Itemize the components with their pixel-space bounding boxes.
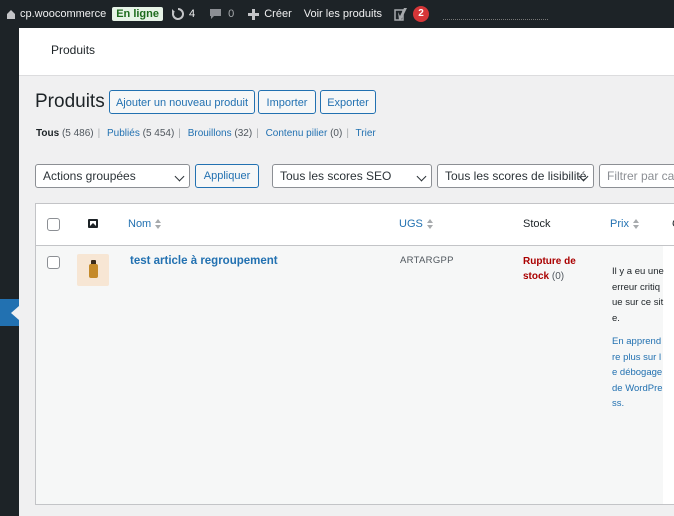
seo-score-value: Tous les scores SEO bbox=[280, 169, 392, 183]
table-header: Nom UGS Stock Prix C bbox=[36, 204, 674, 246]
stock-status: Rupture de stock bbox=[523, 256, 576, 282]
view-drafts-count: (32) bbox=[234, 128, 253, 139]
column-stock: Stock bbox=[523, 218, 551, 230]
create-label: Créer bbox=[264, 8, 292, 20]
readability-score-value: Tous les scores de lisibilité bbox=[445, 169, 587, 183]
column-sku-label: UGS bbox=[399, 218, 423, 230]
column-price-label: Prix bbox=[610, 218, 629, 230]
critical-error-message: Il y a eu une erreur critique sur ce sit… bbox=[612, 266, 664, 324]
image-column-icon bbox=[88, 219, 98, 228]
site-name: cp.woocommerce bbox=[20, 8, 107, 20]
yoast-icon bbox=[394, 7, 408, 21]
home-icon bbox=[7, 9, 15, 19]
page-title: Produits bbox=[35, 91, 105, 112]
column-price[interactable]: Prix bbox=[610, 218, 640, 230]
updates-menu[interactable]: 4 bbox=[171, 0, 195, 28]
view-published-count: (5 454) bbox=[142, 128, 175, 139]
product-stock: Rupture de stock (0) bbox=[523, 254, 585, 284]
select-all-checkbox[interactable] bbox=[47, 218, 60, 231]
category-filter-input[interactable] bbox=[599, 164, 674, 188]
debugging-help-link[interactable]: En apprendre plus sur le débogage de Wor… bbox=[612, 336, 663, 409]
view-products-label: Voir les produits bbox=[303, 8, 383, 20]
admin-bar: cp.woocommerce En ligne 4 0 Créer Voir l… bbox=[0, 0, 674, 28]
product-thumbnail[interactable] bbox=[77, 254, 109, 286]
export-button[interactable]: Exporter bbox=[320, 90, 376, 114]
view-cornerstone[interactable]: Contenu pilier bbox=[266, 128, 328, 139]
plus-icon bbox=[248, 8, 260, 20]
import-button[interactable]: Importer bbox=[258, 90, 316, 114]
product-sku: ARTARGPP bbox=[400, 255, 454, 266]
page-header-bar: Produits bbox=[19, 28, 674, 76]
chevron-down-icon bbox=[416, 171, 427, 182]
bulk-actions-select[interactable]: Actions groupées bbox=[35, 164, 190, 188]
sort-icon bbox=[155, 219, 162, 230]
sort-icon bbox=[426, 219, 434, 230]
column-name-label: Nom bbox=[128, 218, 152, 230]
apply-button[interactable]: Appliquer bbox=[195, 164, 259, 188]
create-menu[interactable]: Créer bbox=[248, 0, 292, 28]
status-badge: En ligne bbox=[112, 7, 163, 21]
admin-sidebar bbox=[0, 28, 19, 516]
active-menu-arrow bbox=[11, 306, 19, 320]
comment-icon bbox=[210, 9, 222, 19]
readability-score-filter[interactable]: Tous les scores de lisibilité bbox=[437, 164, 594, 188]
view-all-count: (5 486) bbox=[61, 128, 94, 139]
yoast-notification-count: 2 bbox=[413, 6, 430, 22]
view-products-link[interactable]: Voir les produits bbox=[304, 0, 382, 28]
view-sort[interactable]: Trier bbox=[356, 128, 376, 139]
column-name[interactable]: Nom bbox=[128, 218, 162, 230]
table-row: test article à regroupement ARTARGPP Rup… bbox=[36, 246, 664, 504]
view-drafts[interactable]: Brouillons bbox=[188, 128, 232, 139]
view-cornerstone-count: (0) bbox=[330, 128, 343, 139]
view-all[interactable]: Tous bbox=[36, 128, 59, 139]
seo-score-filter[interactable]: Tous les scores SEO bbox=[272, 164, 432, 188]
view-published[interactable]: Publiés bbox=[107, 128, 140, 139]
products-table: Nom UGS Stock Prix C test article à regr… bbox=[35, 203, 674, 505]
stock-count: (0) bbox=[551, 271, 565, 282]
header-title: Produits bbox=[51, 43, 96, 57]
updates-count: 4 bbox=[188, 8, 196, 20]
status-views: Tous (5 486) | Publiés (5 454) | Brouillon… bbox=[36, 128, 376, 139]
updates-icon bbox=[171, 8, 184, 20]
product-price-cell: Il y a eu une erreur critique sur ce sit… bbox=[612, 264, 664, 412]
comments-menu[interactable]: 0 bbox=[209, 0, 234, 28]
column-sku[interactable]: UGS bbox=[399, 218, 434, 230]
product-name-link[interactable]: test article à regroupement bbox=[130, 255, 278, 267]
yoast-menu[interactable]: 2 bbox=[394, 0, 430, 28]
row-checkbox[interactable] bbox=[47, 256, 60, 269]
add-new-product-button[interactable]: Ajouter un nouveau produit bbox=[109, 90, 255, 114]
chevron-down-icon bbox=[174, 171, 185, 182]
sort-icon bbox=[632, 219, 640, 230]
bulk-actions-value: Actions groupées bbox=[43, 169, 136, 183]
admin-bar-placeholder bbox=[443, 18, 549, 20]
comments-count: 0 bbox=[228, 8, 235, 20]
site-menu[interactable]: cp.woocommerce En ligne bbox=[6, 0, 163, 28]
